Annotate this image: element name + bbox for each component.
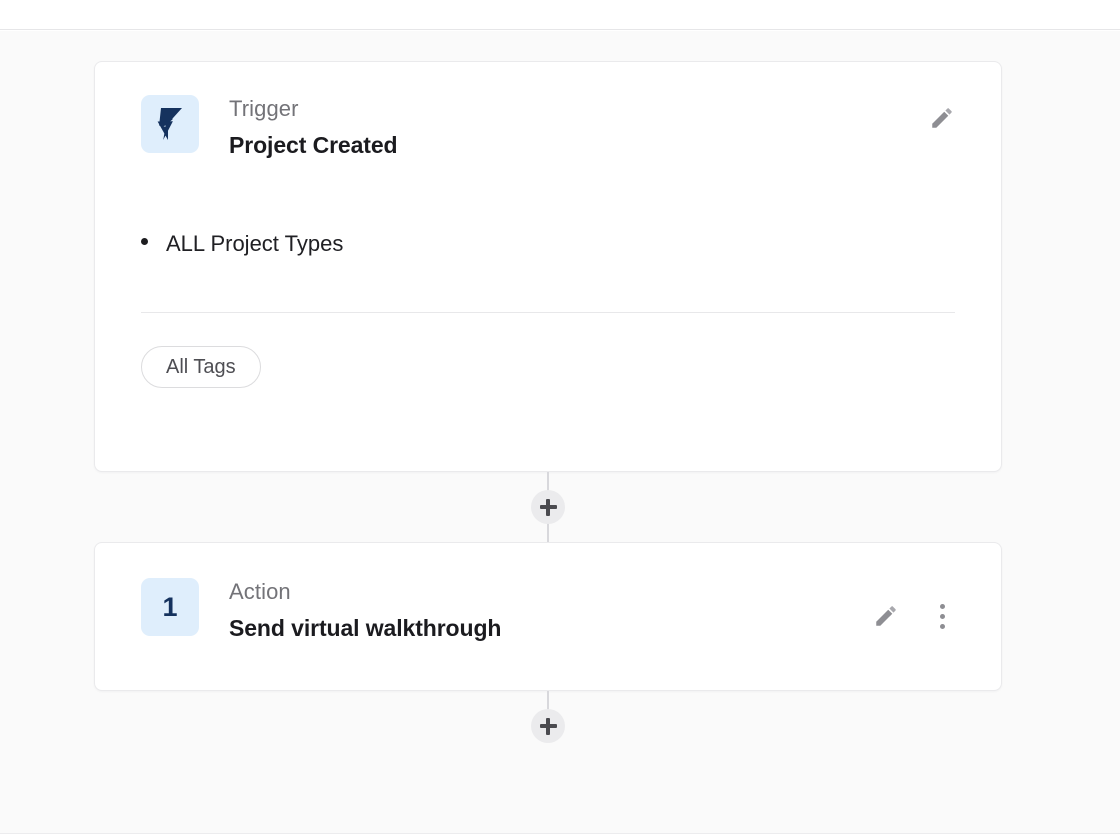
workflow-flow-column: Trigger Project Created ALL Project Type…: [94, 61, 1002, 761]
list-item: ALL Project Types: [141, 230, 343, 259]
dot: [939, 623, 945, 629]
trigger-condition-label: ALL Project Types: [166, 231, 344, 256]
action-head-text: Action Send virtual walkthrough: [229, 578, 501, 643]
add-step-after-action-1-button[interactable]: [531, 709, 565, 743]
trigger-head-text: Trigger Project Created: [229, 95, 398, 160]
trigger-tag-pill[interactable]: All Tags: [141, 346, 261, 388]
trigger-title: Project Created: [229, 132, 398, 159]
action-title: Send virtual walkthrough: [229, 615, 502, 642]
workflow-canvas: Trigger Project Created ALL Project Type…: [0, 31, 1120, 834]
action-kicker: Action: [229, 579, 291, 604]
trigger-tag-label: All Tags: [166, 355, 236, 378]
plus-icon-vertical: [546, 498, 550, 516]
more-vertical-icon: [939, 603, 945, 629]
connector-after-trigger: [94, 472, 1002, 542]
plus-icon-vertical: [546, 717, 550, 735]
pencil-icon: [932, 108, 952, 128]
lightning-bolt-icon: [157, 108, 182, 140]
pencil-icon: [876, 606, 896, 626]
trigger-conditions-list: ALL Project Types: [141, 230, 343, 259]
action-card-header: 1 Action Send virtual walkthrough: [141, 578, 955, 643]
dot: [939, 613, 945, 619]
action-more-menu-button[interactable]: [929, 603, 955, 629]
add-step-after-trigger-button[interactable]: [531, 490, 565, 524]
trigger-kicker: Trigger: [229, 96, 299, 121]
dot: [939, 603, 945, 609]
trigger-card-actions: [929, 95, 955, 131]
trigger-edit-button[interactable]: [929, 105, 955, 131]
trigger-badge: [141, 95, 199, 153]
action-card-actions: [873, 578, 955, 629]
workflow-builder-canvas: Trigger Project Created ALL Project Type…: [0, 0, 1120, 834]
top-toolbar-strip: [0, 0, 1120, 30]
trigger-card-divider: [141, 312, 955, 313]
action-step-number: 1: [162, 591, 178, 622]
action-edit-button[interactable]: [873, 603, 899, 629]
action-step-number-badge: 1: [141, 578, 199, 636]
connector-after-action-1: [94, 691, 1002, 761]
bullet-dot-icon: [141, 238, 148, 245]
action-card-1[interactable]: 1 Action Send virtual walkthrough: [94, 542, 1002, 691]
trigger-card[interactable]: Trigger Project Created ALL Project Type…: [94, 61, 1002, 472]
trigger-card-header: Trigger Project Created: [141, 95, 955, 160]
